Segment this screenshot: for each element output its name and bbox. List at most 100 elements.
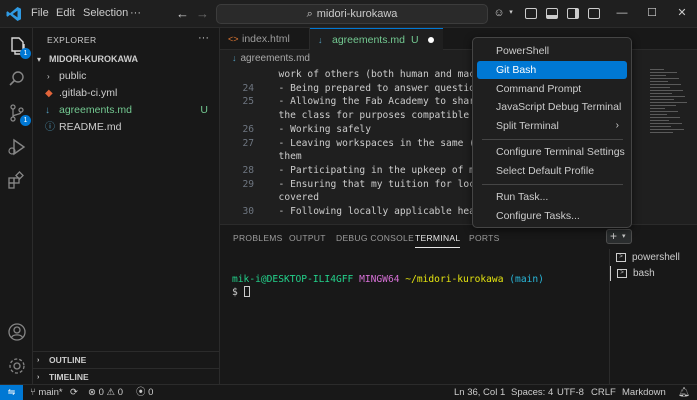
more-actions-icon[interactable]: ···	[198, 32, 209, 44]
terminal-item-bash[interactable]: > bash	[610, 266, 697, 281]
sync-icon[interactable]: ⟳	[70, 385, 78, 400]
indentation[interactable]: Spaces: 4	[511, 385, 553, 400]
sidebar-title: EXPLORER	[47, 35, 97, 45]
tree-item-gitlab-ci[interactable]: ◆ .gitlab-ci.yml	[33, 85, 220, 102]
chevron-right-icon: ›	[615, 120, 619, 131]
line-text: - Being prepared to answer questions	[267, 82, 487, 94]
minimap-line	[650, 99, 674, 100]
minimap-line	[650, 93, 672, 94]
vscode-logo-icon	[6, 7, 21, 21]
chevron-down-icon: ▾	[37, 55, 42, 64]
error-icon: ⊗	[88, 387, 96, 398]
search-text: midori-kurokawa	[316, 8, 398, 20]
explorer-icon[interactable]: 1	[6, 35, 31, 59]
minimap[interactable]	[644, 66, 697, 223]
tab-ports[interactable]: PORTS	[469, 233, 500, 243]
terminal-output[interactable]: mik-i@DESKTOP-ILI4GFF MINGW64 ~/midori-k…	[232, 273, 544, 299]
maximize-icon[interactable]: ☐	[645, 6, 659, 20]
timeline-section[interactable]: › TIMELINE	[33, 368, 220, 385]
line-text: covered	[267, 192, 319, 204]
customize-layout-icon[interactable]	[588, 8, 600, 19]
problems-indicator[interactable]: ⊗ 0 ⚠ 0	[88, 385, 123, 400]
line-text: - Participating in the upkeep of my l	[267, 164, 493, 176]
minimap-line	[650, 72, 677, 73]
toggle-secondary-sidebar-icon[interactable]	[567, 8, 579, 19]
run-debug-icon[interactable]	[6, 136, 28, 158]
menu-separator	[482, 184, 623, 185]
line-number: 30	[242, 206, 254, 217]
minimap-line	[650, 90, 683, 91]
language-mode[interactable]: Markdown	[622, 385, 666, 400]
toggle-sidebar-icon[interactable]	[525, 8, 537, 19]
line-number: 27	[242, 137, 254, 149]
menu-file[interactable]: File	[31, 7, 49, 19]
encoding[interactable]: UTF-8	[557, 385, 584, 400]
menu-item-git-bash[interactable]: Git Bash	[477, 61, 627, 79]
menu-item-run-task[interactable]: Run Task...	[477, 188, 627, 206]
terminal-prompt: $	[232, 287, 238, 298]
tab-debug-console[interactable]: DEBUG CONSOLE	[336, 233, 414, 243]
terminal-item-powershell[interactable]: > powershell	[610, 250, 697, 265]
menu-item-command-prompt[interactable]: Command Prompt	[477, 80, 627, 98]
back-arrow-icon[interactable]: ←	[176, 6, 189, 21]
forward-arrow-icon[interactable]: →	[196, 6, 209, 21]
line-text: the class for purposes compatible wit	[267, 110, 493, 122]
tree-item-readme[interactable]: ⓘ README.md	[33, 119, 220, 136]
new-terminal-button[interactable]: + ▾	[606, 229, 632, 244]
tab-output[interactable]: OUTPUT	[289, 233, 326, 243]
line-text: - Working safely	[267, 123, 371, 135]
close-window-icon[interactable]: ✕	[675, 6, 689, 20]
menu-item-configure-terminal-settings[interactable]: Configure Terminal Settings	[477, 143, 627, 161]
command-center-search[interactable]: ⌕ midori-kurokawa	[216, 4, 488, 24]
toggle-panel-icon[interactable]	[546, 8, 558, 19]
tab-problems[interactable]: PROBLEMS	[233, 233, 283, 243]
minimap-line	[650, 123, 682, 124]
terminal-list: > powershell > bash	[609, 249, 697, 385]
tree-item-public[interactable]: › public	[33, 68, 220, 85]
menu-item-select-default-profile[interactable]: Select Default Profile	[477, 162, 627, 180]
remote-indicator-icon[interactable]: ⇋	[0, 385, 23, 400]
menu-selection[interactable]: Selection	[83, 7, 128, 19]
copilot-chevron-icon[interactable]: ▾	[504, 6, 518, 20]
tab-agreements-md[interactable]: ↓ agreements.md U	[310, 28, 443, 50]
minimize-icon[interactable]: —	[615, 6, 629, 20]
line-number: 28	[242, 164, 254, 176]
line-number: 29	[242, 178, 254, 190]
minimap-line	[650, 75, 666, 76]
markdown-icon: ↓	[232, 53, 237, 63]
tab-index-html[interactable]: <> index.html	[220, 28, 310, 50]
unsaved-dot-icon[interactable]	[428, 37, 434, 43]
search-view-icon[interactable]	[6, 68, 28, 90]
minimap-line	[650, 111, 678, 112]
git-branch-icon: ⑂	[30, 387, 36, 398]
menu-item-powershell[interactable]: PowerShell	[477, 42, 627, 60]
line-text: - Ensuring that my tuition for local	[267, 178, 487, 190]
cursor-position[interactable]: Ln 36, Col 1	[454, 385, 505, 400]
chevron-right-icon: ›	[47, 72, 50, 81]
menu-item-js-debug-terminal[interactable]: JavaScript Debug Terminal	[477, 98, 627, 116]
untracked-badge: U	[200, 104, 208, 116]
accounts-icon[interactable]	[6, 321, 28, 343]
minimap-line	[650, 132, 673, 133]
menu-item-split-terminal[interactable]: Split Terminal ›	[477, 117, 627, 135]
ports-indicator[interactable]: ⦿ 0	[136, 385, 153, 400]
line-ending[interactable]: CRLF	[591, 385, 616, 400]
notifications-bell-icon[interactable]: 🔔︎	[678, 385, 690, 400]
tab-terminal[interactable]: TERMINAL	[415, 233, 461, 248]
menu-item-configure-tasks[interactable]: Configure Tasks...	[477, 207, 627, 225]
extensions-icon[interactable]	[6, 170, 28, 192]
markdown-icon: ↓	[45, 105, 50, 116]
workspace-root[interactable]: ▾ MIDORI-KUROKAWA	[33, 51, 220, 68]
menu-edit[interactable]: Edit	[56, 7, 75, 19]
html-icon: <>	[228, 34, 239, 44]
tree-item-agreements[interactable]: ↓ agreements.md U	[33, 102, 220, 119]
settings-gear-icon[interactable]	[6, 355, 28, 377]
minimap-line	[650, 78, 679, 79]
outline-section[interactable]: › OUTLINE	[33, 351, 220, 368]
menu-more[interactable]: ···	[130, 7, 141, 19]
minimap-line	[650, 84, 681, 85]
branch-indicator[interactable]: ⑂ main*	[30, 385, 63, 400]
markdown-icon: ↓	[318, 35, 323, 45]
bottom-panel: PROBLEMS OUTPUT DEBUG CONSOLE TERMINAL P…	[220, 224, 697, 385]
source-control-icon[interactable]: 1	[6, 102, 31, 126]
